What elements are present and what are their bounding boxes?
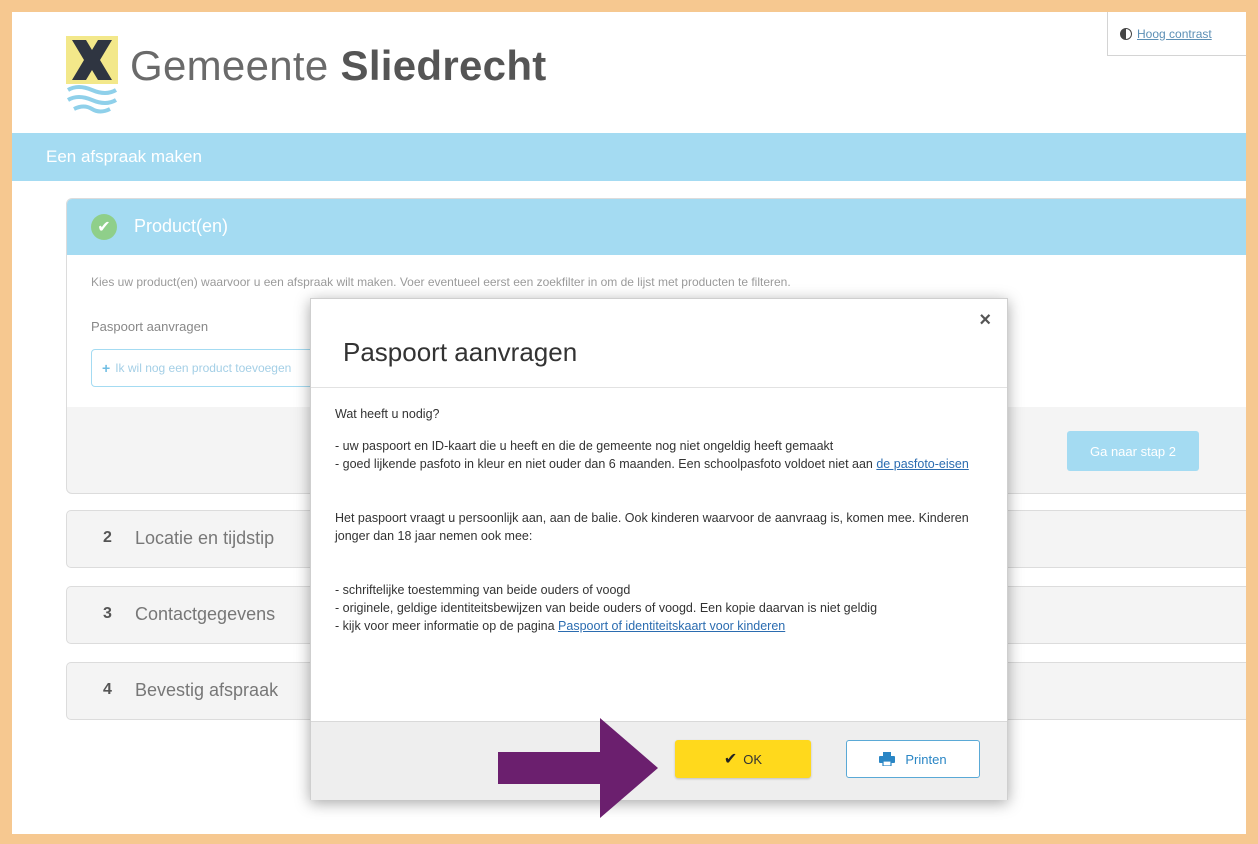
contrast-icon	[1120, 27, 1132, 40]
step-number: 3	[103, 605, 112, 622]
modal-question: Wat heeft u nodig?	[335, 407, 440, 421]
high-contrast-label: Hoog contrast	[1137, 26, 1212, 41]
checkmark-icon: ✔	[723, 751, 738, 768]
page-title: Een afspraak maken	[46, 147, 202, 166]
products-intro: Kies uw product(en) waarvoor u een afspr…	[91, 275, 791, 289]
step-number: 4	[103, 681, 112, 698]
modal-title: Paspoort aanvragen	[343, 337, 578, 367]
child-requirement-1: - schriftelijke toestemming van beide ou…	[335, 583, 631, 597]
page-title-bar: Een afspraak maken	[12, 133, 1246, 181]
plus-icon: +	[102, 360, 111, 376]
pointer-arrow-icon	[498, 718, 658, 818]
children-id-link[interactable]: Paspoort of identiteitskaart voor kinder…	[558, 619, 785, 633]
next-step-button[interactable]: Ga naar stap 2	[1067, 431, 1199, 471]
add-product-label: Ik wil nog een product toevoegen	[115, 361, 292, 375]
requirement-1: - uw paspoort en ID-kaart die u heeft en…	[335, 439, 834, 453]
step-number: 2	[103, 529, 112, 546]
high-contrast-button[interactable]: Hoog contrast	[1107, 12, 1246, 56]
step-label: Bevestig afspraak	[135, 680, 279, 700]
step-products-header[interactable]: ✔ Product(en)	[67, 199, 1246, 255]
brand-name[interactable]: Gemeente Sliedrecht	[130, 42, 547, 90]
print-button[interactable]: Printen	[846, 740, 980, 778]
photo-requirements-link[interactable]: de pasfoto-eisen	[876, 457, 968, 471]
page-frame: Gemeente Sliedrecht Hoog contrast Een af…	[12, 12, 1246, 834]
ok-button[interactable]: ✔ OK	[675, 740, 811, 778]
printer-icon	[879, 752, 896, 766]
selected-product-label: Paspoort aanvragen	[91, 319, 209, 334]
child-requirement-3: - kijk voor meer informatie op de pagina…	[335, 619, 786, 633]
step-label: Locatie en tijdstip	[135, 528, 275, 548]
modal-divider	[311, 387, 1007, 388]
modal-body: Wat heeft u nodig? - uw paspoort en ID-k…	[335, 405, 995, 635]
close-icon[interactable]: ×	[979, 309, 991, 332]
ok-label: OK	[743, 751, 763, 767]
child-requirement-2: - originele, geldige identiteitsbewijzen…	[335, 601, 878, 615]
municipality-logo	[66, 36, 118, 114]
check-icon: ✔	[91, 214, 117, 240]
step-label: Contactgegevens	[135, 604, 276, 624]
requirement-2: - goed lijkende pasfoto in kleur en niet…	[335, 457, 969, 471]
step-products-title: Product(en)	[134, 216, 229, 236]
print-label: Printen	[905, 751, 947, 767]
personal-note: Het paspoort vraagt u persoonlijk aan, a…	[335, 511, 969, 543]
